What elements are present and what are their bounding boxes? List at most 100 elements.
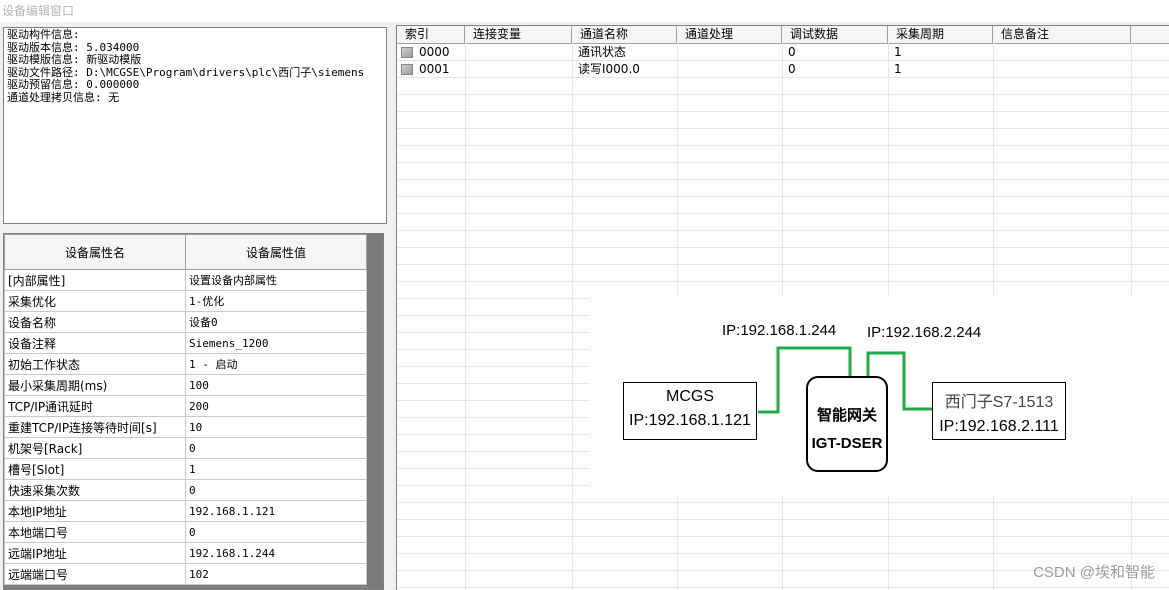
property-name: 机架号[Rack] bbox=[4, 437, 186, 459]
property-row[interactable]: [内部属性] 设置设备内部属性 bbox=[4, 269, 367, 291]
property-row[interactable]: 机架号[Rack] 0 bbox=[4, 437, 367, 459]
property-value[interactable]: Siemens_1200 bbox=[185, 332, 367, 354]
plc-ip: IP:192.168.2.111 bbox=[939, 418, 1059, 435]
grid-line bbox=[397, 128, 1169, 129]
property-name: 远端IP地址 bbox=[4, 542, 186, 564]
property-row[interactable]: 本地IP地址 192.168.1.121 bbox=[4, 500, 367, 522]
window-title: 设备编辑窗口 bbox=[0, 0, 1169, 22]
property-name: 槽号[Slot] bbox=[4, 458, 186, 480]
property-row[interactable]: 设备注释 Siemens_1200 bbox=[4, 332, 367, 354]
property-value[interactable]: 设置设备内部属性 bbox=[185, 269, 367, 291]
grid-line bbox=[397, 179, 1169, 180]
property-name: 采集优化 bbox=[4, 290, 186, 312]
grid-line bbox=[465, 43, 466, 590]
channel-table-header: 索引 连接变量 通道名称 通道处理 调试数据 采集周期 信息备注 bbox=[397, 26, 1169, 44]
column-header-debug[interactable]: 调试数据 bbox=[782, 26, 888, 43]
property-name: 设备名称 bbox=[4, 311, 186, 333]
grid-line bbox=[397, 587, 1169, 588]
property-value[interactable]: 0 bbox=[185, 437, 367, 459]
mcgs-ip: IP:192.168.1.121 bbox=[629, 412, 751, 429]
property-name-header: 设备属性名 bbox=[4, 234, 186, 270]
property-name: [内部属性] bbox=[4, 269, 186, 291]
property-row[interactable]: 最小采集周期(ms) 100 bbox=[4, 374, 367, 396]
info-line: 通道处理拷贝信息: 无 bbox=[7, 90, 120, 104]
property-name: 远端端口号 bbox=[4, 563, 186, 585]
column-header-process[interactable]: 通道处理 bbox=[677, 26, 782, 43]
channel-icon bbox=[401, 47, 413, 58]
grid-line bbox=[397, 519, 1169, 520]
property-row[interactable]: 重建TCP/IP连接等待时间[s] 10 bbox=[4, 416, 367, 438]
property-row[interactable]: 设备名称 设备0 bbox=[4, 311, 367, 333]
channel-variable bbox=[465, 61, 471, 78]
gateway-model: IGT-DSER bbox=[811, 435, 883, 452]
property-row[interactable]: 槽号[Slot] 1 bbox=[4, 458, 367, 480]
grid-line bbox=[397, 247, 1169, 248]
property-value[interactable]: 192.168.1.121 bbox=[185, 500, 367, 522]
property-grid: 设备属性名 设备属性值 [内部属性] 设置设备内部属性 采集优化 1-优化 设备名称 设备… bbox=[3, 233, 384, 590]
channel-process bbox=[677, 61, 683, 78]
property-row[interactable]: 快速采集次数 0 bbox=[4, 479, 367, 501]
property-value-header: 设备属性值 bbox=[185, 234, 367, 270]
channel-debug: 0 bbox=[788, 45, 796, 59]
grid-line bbox=[397, 162, 1169, 163]
channel-variable bbox=[465, 44, 471, 61]
gateway-right-ip: IP:192.168.2.244 bbox=[867, 324, 982, 341]
property-value[interactable]: 192.168.1.244 bbox=[185, 542, 367, 564]
property-name: 设备注释 bbox=[4, 332, 186, 354]
column-header-variable[interactable]: 连接变量 bbox=[465, 26, 572, 43]
channel-note bbox=[993, 61, 999, 78]
channel-debug: 0 bbox=[788, 62, 796, 76]
column-header-index[interactable]: 索引 bbox=[397, 26, 465, 43]
property-row[interactable]: 远端IP地址 192.168.1.244 bbox=[4, 542, 367, 564]
property-name: 初始工作状态 bbox=[4, 353, 186, 375]
column-header-name[interactable]: 通道名称 bbox=[572, 26, 677, 43]
property-value[interactable]: 设备0 bbox=[185, 311, 367, 333]
grid-line bbox=[397, 553, 1169, 554]
property-value[interactable]: 100 bbox=[185, 374, 367, 396]
info-line: 驱动模版信息: 新驱动模版 bbox=[7, 53, 142, 67]
info-line: 驱动构件信息: bbox=[7, 28, 80, 41]
property-name: 最小采集周期(ms) bbox=[4, 374, 186, 396]
channel-name: 读写I000.0 bbox=[578, 62, 640, 76]
property-row[interactable]: 远端端口号 102 bbox=[4, 563, 367, 585]
channel-icon bbox=[401, 64, 413, 75]
grid-line bbox=[397, 111, 1169, 112]
property-row[interactable]: TCP/IP通讯延时 200 bbox=[4, 395, 367, 417]
channel-row[interactable]: 0000 通讯状态 0 1 bbox=[397, 44, 1169, 61]
plc-name: 西门子S7-1513 bbox=[944, 394, 1054, 411]
gateway-box: 智能网关 IGT-DSER bbox=[806, 376, 888, 472]
property-name: 本地IP地址 bbox=[4, 500, 186, 522]
grid-line bbox=[572, 43, 573, 590]
property-value[interactable]: 0 bbox=[185, 479, 367, 501]
gateway-name: 智能网关 bbox=[816, 407, 877, 424]
property-table: 设备属性名 设备属性值 [内部属性] 设置设备内部属性 采集优化 1-优化 设备名称 设备… bbox=[4, 234, 367, 585]
splitter[interactable] bbox=[389, 25, 395, 590]
grid-line bbox=[397, 94, 1169, 95]
property-value[interactable]: 1 bbox=[185, 458, 367, 480]
network-diagram: IP:192.168.1.244 IP:192.168.2.244 MCGS I… bbox=[590, 296, 1169, 496]
property-value[interactable]: 102 bbox=[185, 563, 367, 585]
column-header-note[interactable]: 信息备注 bbox=[993, 26, 1131, 43]
property-name: 本地端口号 bbox=[4, 521, 186, 543]
grid-line bbox=[397, 196, 1169, 197]
watermark: CSDN @埃和智能 bbox=[1033, 564, 1155, 581]
property-value[interactable]: 1-优化 bbox=[185, 290, 367, 312]
mcgs-box: MCGS IP:192.168.1.121 bbox=[623, 382, 757, 440]
property-value[interactable]: 200 bbox=[185, 395, 367, 417]
property-name: 快速采集次数 bbox=[4, 479, 186, 501]
grid-line bbox=[397, 145, 1169, 146]
property-row[interactable]: 初始工作状态 1 - 启动 bbox=[4, 353, 367, 375]
property-name: 重建TCP/IP连接等待时间[s] bbox=[4, 416, 186, 438]
channel-row[interactable]: 0001 读写I000.0 0 1 bbox=[397, 61, 1169, 78]
property-row[interactable]: 采集优化 1-优化 bbox=[4, 290, 367, 312]
property-scrollbar[interactable] bbox=[367, 234, 383, 589]
property-value[interactable]: 10 bbox=[185, 416, 367, 438]
property-value[interactable]: 1 - 启动 bbox=[185, 353, 367, 375]
property-value[interactable]: 0 bbox=[185, 521, 367, 543]
column-header-period[interactable]: 采集周期 bbox=[888, 26, 993, 43]
driver-info-box[interactable]: 驱动构件信息: 驱动版本信息: 5.034000 驱动模版信息: 新驱动模版 驱… bbox=[3, 27, 387, 224]
gateway-left-ip: IP:192.168.1.244 bbox=[722, 322, 837, 339]
plc-box: 西门子S7-1513 IP:192.168.2.111 bbox=[932, 382, 1066, 440]
channel-note bbox=[993, 44, 999, 61]
property-row[interactable]: 本地端口号 0 bbox=[4, 521, 367, 543]
